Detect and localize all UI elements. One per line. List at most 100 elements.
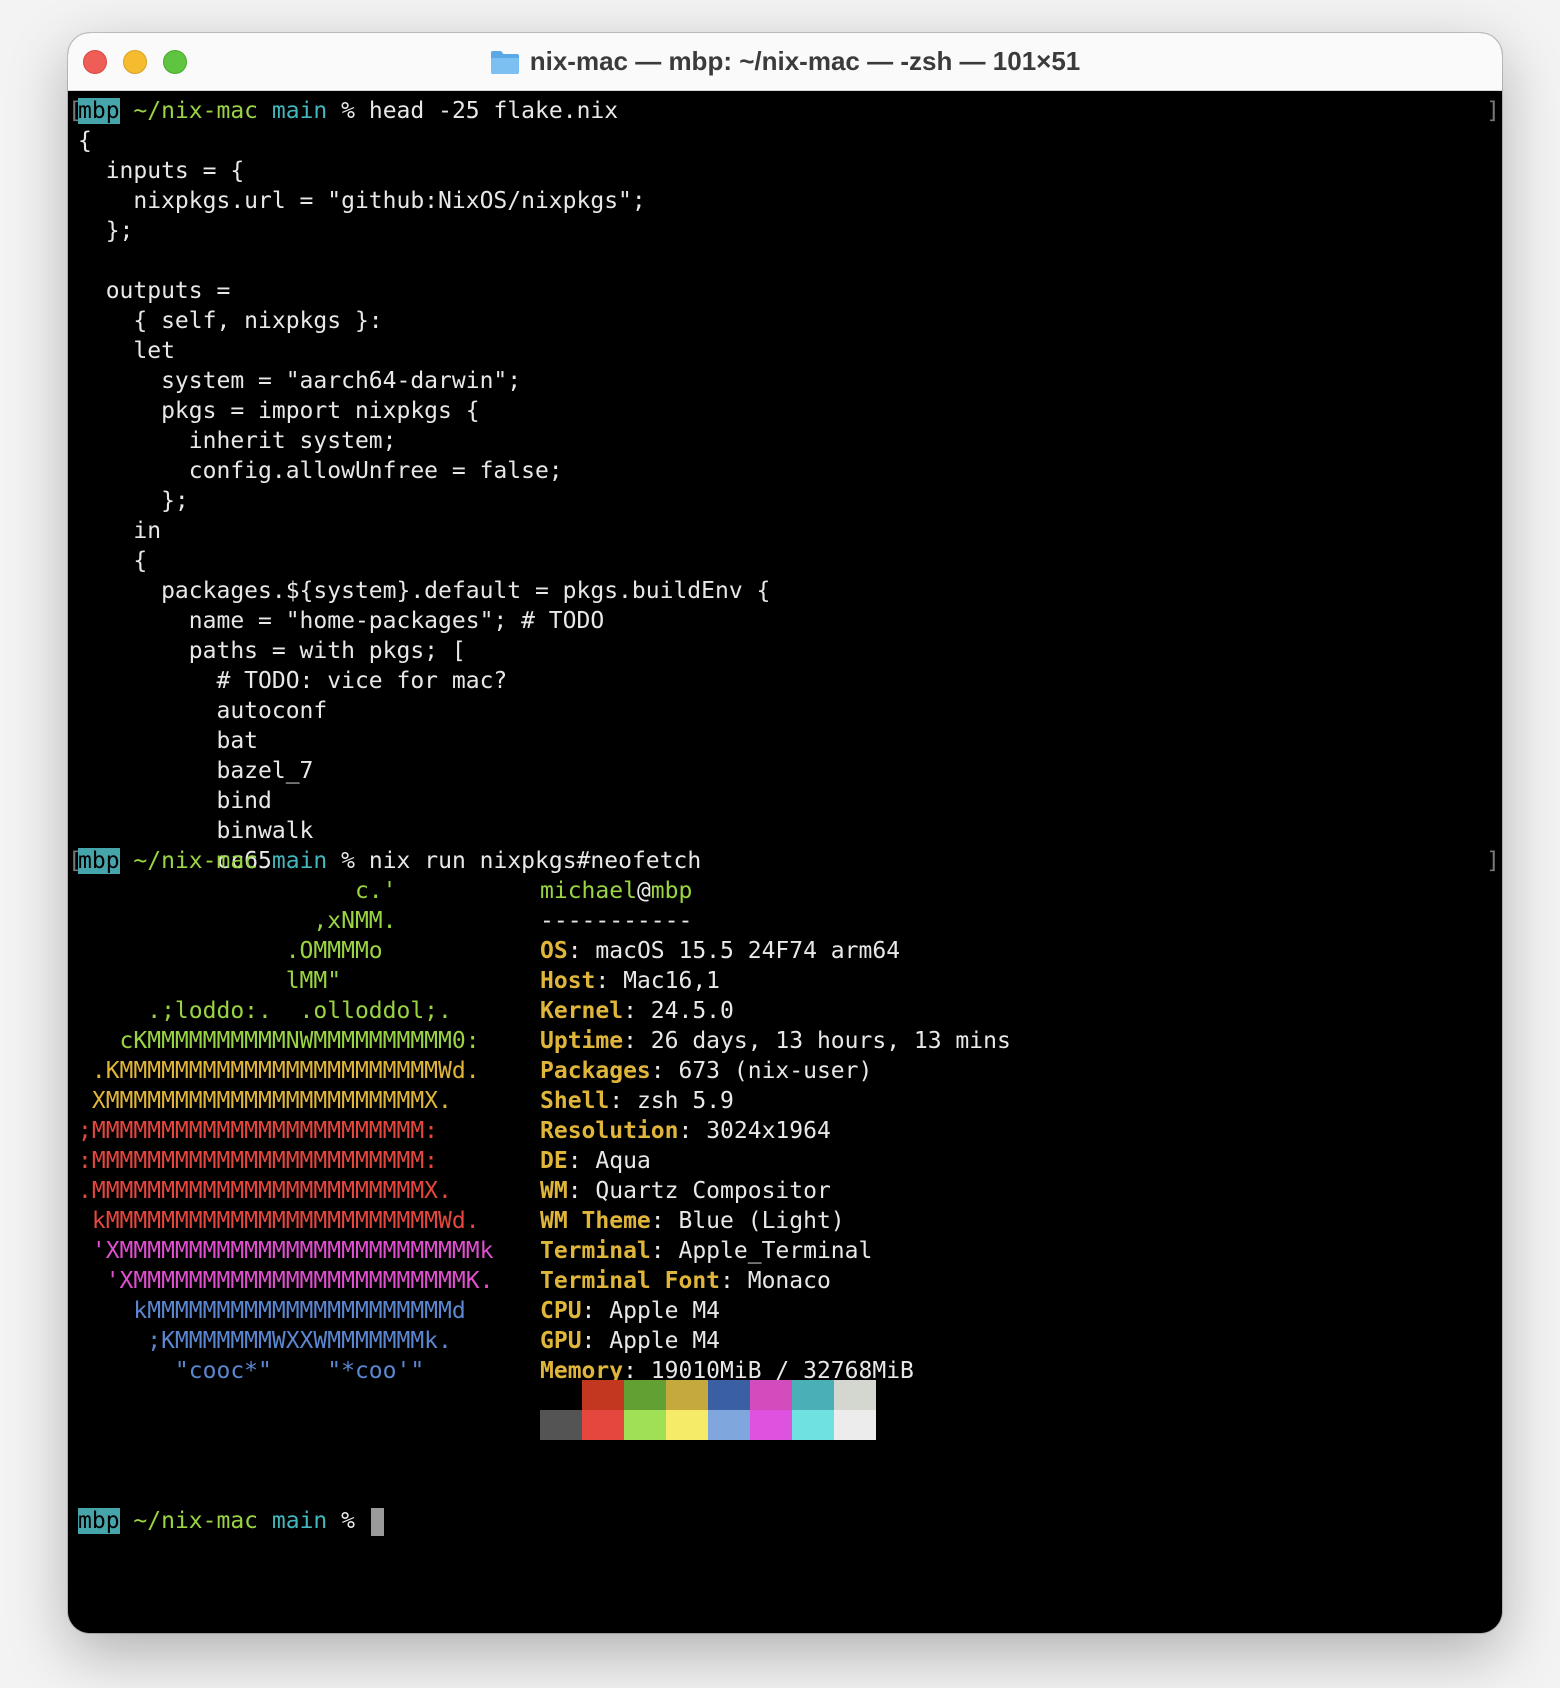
- command-text: head -25 flake.nix: [368, 98, 619, 124]
- palette-swatch: [582, 1410, 624, 1440]
- logo-line: c.': [78, 878, 397, 904]
- info-value: Monaco: [747, 1268, 831, 1294]
- info-value: 673 (nix-user): [678, 1058, 873, 1084]
- prompt-host: mbp: [78, 98, 120, 124]
- logo-line: .KMMMMMMMMMMMMMMMMMMMMMMMWd.: [78, 1058, 480, 1084]
- info-key: WM: [540, 1178, 568, 1204]
- palette-swatch: [582, 1380, 624, 1410]
- prompt-line-2: mbp ~/nix-mac main % nix run nixpkgs#neo…: [78, 846, 701, 876]
- logo-line: 'XMMMMMMMMMMMMMMMMMMMMMMMMK.: [78, 1268, 494, 1294]
- logo-line: ,xNMM.: [78, 908, 397, 934]
- prompt-symbol: %: [341, 98, 355, 124]
- output-line: config.allowUnfree = false;: [78, 458, 563, 484]
- prompt-dir: ~/nix-mac: [133, 848, 259, 874]
- prompt-dir: ~/nix-mac: [133, 1508, 259, 1534]
- info-key: Terminal Font: [540, 1268, 721, 1294]
- palette-swatch: [624, 1410, 666, 1440]
- folder-icon: [490, 50, 519, 74]
- info-value: Blue (Light): [678, 1208, 845, 1234]
- output-line: in: [78, 518, 162, 544]
- terminal-content[interactable]: [ ] mbp ~/nix-mac main % head -25 flake.…: [68, 91, 1502, 1633]
- palette-swatch: [750, 1410, 792, 1440]
- info-key: Resolution: [540, 1118, 679, 1144]
- info-value: zsh 5.9: [636, 1088, 734, 1114]
- info-row: Kernel: 24.5.0: [540, 996, 734, 1026]
- logo-line: kMMMMMMMMMMMMMMMMMMMMMMMMWd.: [78, 1208, 480, 1234]
- palette-swatch: [834, 1380, 876, 1410]
- palette-swatch: [708, 1410, 750, 1440]
- window-title: nix-mac — mbp: ~/nix-mac — -zsh — 101×51: [68, 33, 1502, 90]
- output-line: binwalk: [78, 818, 314, 844]
- palette-swatch: [792, 1380, 834, 1410]
- info-row: WM Theme: Blue (Light): [540, 1206, 845, 1236]
- palette-swatch: [792, 1410, 834, 1440]
- logo-line: 'XMMMMMMMMMMMMMMMMMMMMMMMMMMk: [78, 1238, 494, 1264]
- info-colon: :: [650, 1058, 679, 1084]
- info-colon: :: [581, 1328, 610, 1354]
- output-line: system = "aarch64-darwin";: [78, 368, 522, 394]
- info-colon: :: [567, 1148, 596, 1174]
- info-row: Terminal: Apple_Terminal: [540, 1236, 872, 1266]
- info-row: DE: Aqua: [540, 1146, 651, 1176]
- output-line: pkgs = import nixpkgs {: [78, 398, 480, 424]
- logo-line: ;KMMMMMMMWXXWMMMMMMMk.: [78, 1328, 452, 1354]
- command-text: nix run nixpkgs#neofetch: [368, 848, 702, 874]
- info-row: Terminal Font: Monaco: [540, 1266, 831, 1296]
- output-line: };: [78, 488, 189, 514]
- separator-text: -----------: [540, 908, 693, 934]
- output-line: {: [78, 128, 92, 154]
- logo-line: :MMMMMMMMMMMMMMMMMMMMMMMM:: [78, 1148, 439, 1174]
- info-row: WM: Quartz Compositor: [540, 1176, 831, 1206]
- info-colon: :: [678, 1118, 707, 1144]
- prompt-host: mbp: [78, 848, 120, 874]
- logo-line: ;MMMMMMMMMMMMMMMMMMMMMMMM:: [78, 1118, 439, 1144]
- output-line: nixpkgs.url = "github:NixOS/nixpkgs";: [78, 188, 646, 214]
- info-key: Uptime: [540, 1028, 624, 1054]
- output-line: name = "home-packages"; # TODO: [78, 608, 605, 634]
- info-value: 26 days, 13 hours, 13 mins: [650, 1028, 1011, 1054]
- info-key: WM Theme: [540, 1208, 651, 1234]
- neofetch-at: @: [636, 878, 651, 904]
- output-line: outputs =: [78, 278, 231, 304]
- info-key: OS: [540, 938, 568, 964]
- neofetch-title: michael@mbp: [540, 876, 692, 906]
- terminal-window: nix-mac — mbp: ~/nix-mac — -zsh — 101×51…: [68, 33, 1502, 1633]
- output-line: # TODO: vice for mac?: [78, 668, 508, 694]
- prompt-symbol: %: [341, 1508, 355, 1534]
- palette-swatch: [624, 1380, 666, 1410]
- info-value: Aqua: [595, 1148, 651, 1174]
- output-line: };: [78, 218, 134, 244]
- output-line: inherit system;: [78, 428, 397, 454]
- logo-line: .;loddo:. .olloddol;.: [78, 998, 452, 1024]
- output-line: bind: [78, 788, 272, 814]
- info-value: macOS 15.5 24F74 arm64: [595, 938, 901, 964]
- output-line: packages.${system}.default = pkgs.buildE…: [78, 578, 771, 604]
- logo-line: "cooc*" "*coo'": [78, 1358, 425, 1384]
- prompt-line-3[interactable]: mbp ~/nix-mac main %: [78, 1506, 384, 1536]
- prompt-branch: main: [271, 1508, 328, 1534]
- info-value: Apple M4: [609, 1328, 721, 1354]
- output-line: {: [78, 548, 148, 574]
- output-line: { self, nixpkgs }:: [78, 308, 383, 334]
- window-title-text: nix-mac — mbp: ~/nix-mac — -zsh — 101×51: [529, 46, 1081, 76]
- output-line: let: [78, 338, 175, 364]
- prompt-host: mbp: [78, 1508, 120, 1534]
- info-key: CPU: [540, 1298, 582, 1324]
- info-key: Host: [540, 968, 596, 994]
- title-bar: nix-mac — mbp: ~/nix-mac — -zsh — 101×51: [68, 33, 1502, 91]
- info-row: CPU: Apple M4: [540, 1296, 720, 1326]
- logo-line: .MMMMMMMMMMMMMMMMMMMMMMMMX.: [78, 1178, 452, 1204]
- logo-line: lMM": [78, 968, 342, 994]
- info-key: Kernel: [540, 998, 624, 1024]
- prompt-line-1: mbp ~/nix-mac main % head -25 flake.nix: [78, 96, 618, 126]
- info-colon: :: [595, 968, 624, 994]
- logo-line: XMMMMMMMMMMMMMMMMMMMMMMMX.: [78, 1088, 452, 1114]
- logo-line: kMMMMMMMMMMMMMMMMMMMMMMd: [78, 1298, 466, 1324]
- info-row: Resolution: 3024x1964: [540, 1116, 831, 1146]
- info-value: Quartz Compositor: [595, 1178, 831, 1204]
- neofetch-host: mbp: [650, 878, 693, 904]
- info-colon: :: [720, 1268, 748, 1294]
- output-line: bat: [78, 728, 259, 754]
- neofetch-separator: -----------: [540, 906, 692, 936]
- info-key: DE: [540, 1148, 568, 1174]
